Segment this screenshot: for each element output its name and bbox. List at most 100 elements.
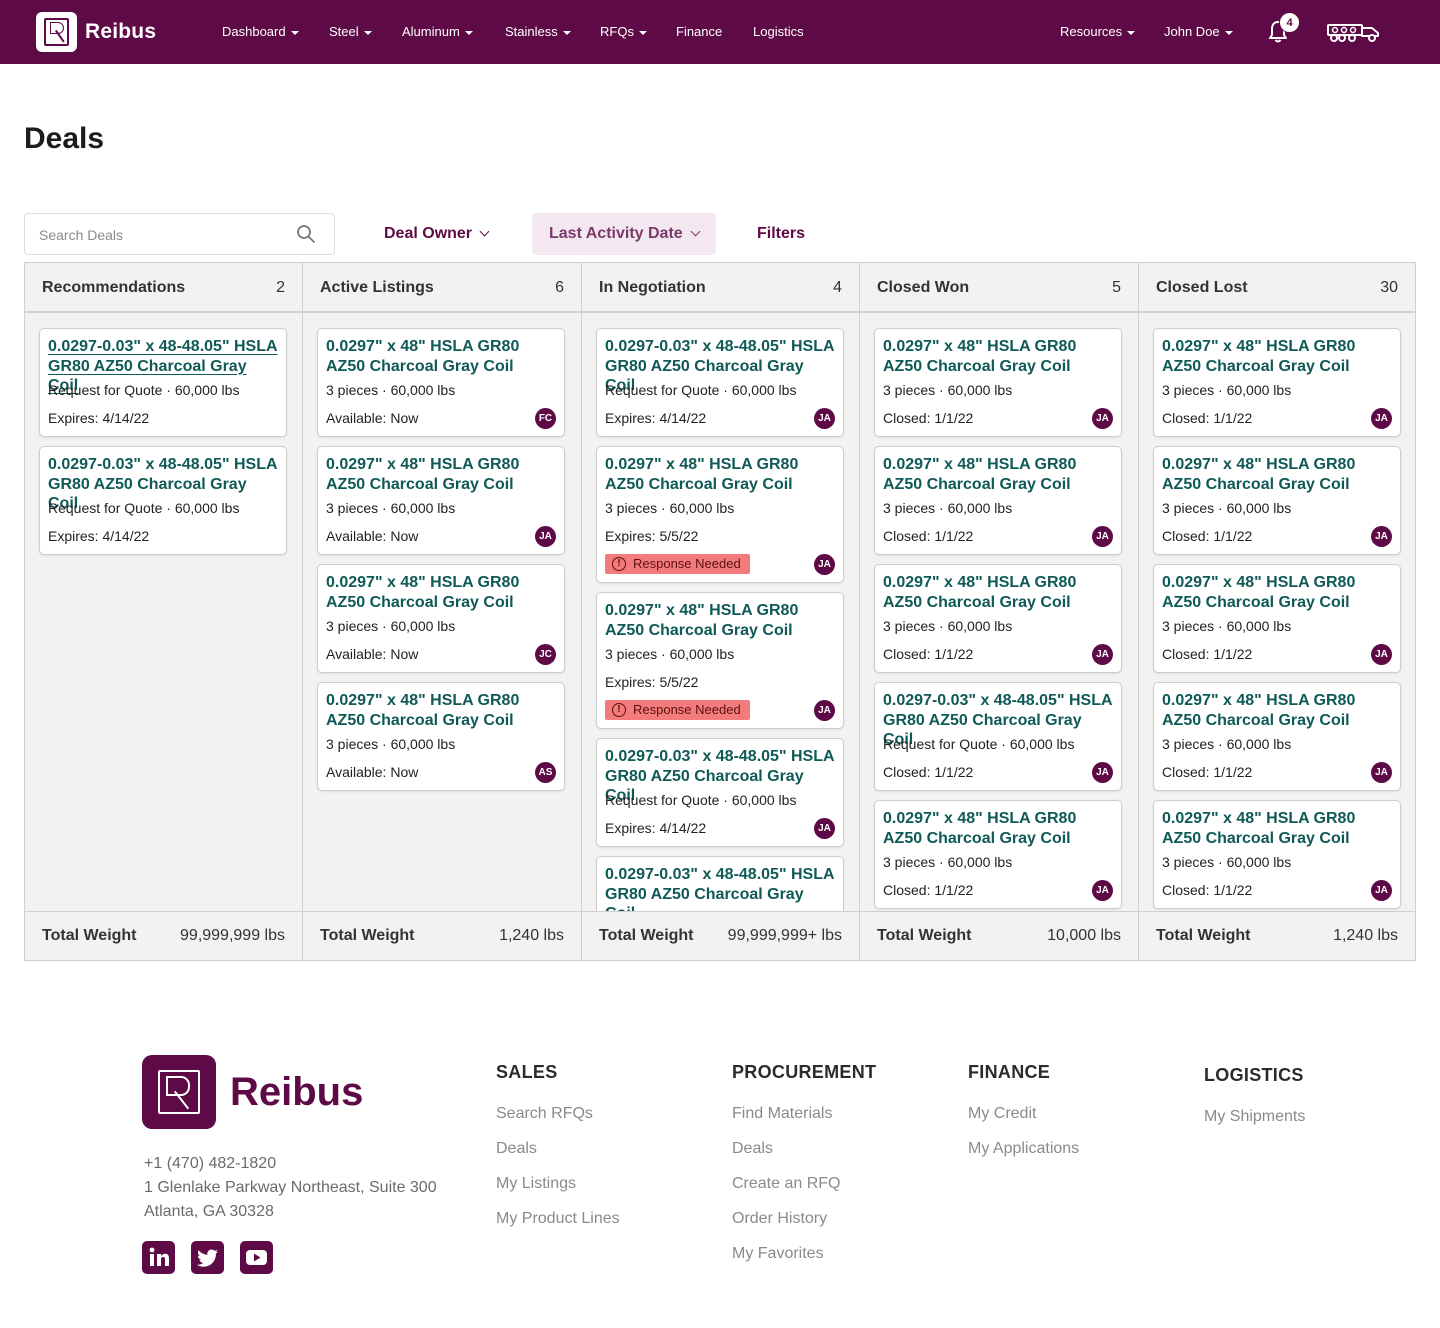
column-in-negotiation: In Negotiation 4 0.0297-0.03" x 48-48.05… [582, 263, 860, 960]
footer-link-order-history[interactable]: Order History [732, 1210, 827, 1228]
owner-avatar[interactable]: JA [1371, 880, 1392, 901]
deal-title-link[interactable]: 0.0297" x 48" HSLA GR80 AZ50 Charcoal Gr… [1162, 573, 1394, 612]
owner-avatar[interactable]: JA [1092, 644, 1113, 665]
owner-avatar[interactable]: JA [1371, 644, 1392, 665]
deal-card[interactable]: 0.0297" x 48" HSLA GR80 AZ50 Charcoal Gr… [317, 564, 565, 673]
deal-title-link[interactable]: 0.0297" x 48" HSLA GR80 AZ50 Charcoal Gr… [1162, 455, 1394, 494]
deal-card[interactable]: 0.0297" x 48" HSLA GR80 AZ50 Charcoal Gr… [1153, 800, 1401, 909]
deal-owner-dropdown[interactable]: Deal Owner [384, 213, 490, 255]
column-cards[interactable]: 0.0297" x 48" HSLA GR80 AZ50 Charcoal Gr… [860, 313, 1138, 911]
filters-button[interactable]: Filters [757, 213, 805, 255]
search-icon[interactable] [296, 224, 316, 244]
owner-avatar[interactable]: JA [814, 408, 835, 429]
deal-card[interactable]: 0.0297" x 48" HSLA GR80 AZ50 Charcoal Gr… [1153, 564, 1401, 673]
column-cards[interactable]: 0.0297" x 48" HSLA GR80 AZ50 Charcoal Gr… [1139, 313, 1415, 911]
deal-title-link[interactable]: 0.0297" x 48" HSLA GR80 AZ50 Charcoal Gr… [605, 601, 837, 640]
deal-meta: Request for Quote · 60,000 lbs [48, 382, 240, 398]
deal-card[interactable]: 0.0297" x 48" HSLA GR80 AZ50 Charcoal Gr… [596, 592, 844, 729]
user-menu[interactable]: John Doe [1164, 0, 1233, 64]
owner-avatar[interactable]: JA [1371, 408, 1392, 429]
deal-card[interactable]: 0.0297-0.03" x 48-48.05" HSLA GR80 AZ50 … [39, 328, 287, 437]
owner-avatar[interactable]: JA [1092, 408, 1113, 429]
owner-avatar[interactable]: JC [535, 644, 556, 665]
nav-rfqs[interactable]: RFQs [600, 0, 647, 64]
nav-dashboard[interactable]: Dashboard [222, 0, 299, 64]
deal-card[interactable]: 0.0297" x 48" HSLA GR80 AZ50 Charcoal Gr… [596, 446, 844, 583]
reibus-logo[interactable]: Reibus [36, 12, 156, 52]
deal-card[interactable]: 0.0297-0.03" x 48-48.05" HSLA GR80 AZ50 … [39, 446, 287, 555]
nav-stainless[interactable]: Stainless [505, 0, 571, 64]
deal-card[interactable]: 0.0297-0.03" x 48-48.05" HSLA GR80 AZ50 … [596, 328, 844, 437]
deal-title-link[interactable]: 0.0297" x 48" HSLA GR80 AZ50 Charcoal Gr… [883, 809, 1115, 848]
nav-aluminum[interactable]: Aluminum [402, 0, 473, 64]
deal-card[interactable]: 0.0297" x 48" HSLA GR80 AZ50 Charcoal Gr… [1153, 446, 1401, 555]
column-cards[interactable]: 0.0297-0.03" x 48-48.05" HSLA GR80 AZ50 … [582, 313, 859, 911]
truck-icon[interactable] [1326, 22, 1382, 42]
deal-card[interactable]: 0.0297" x 48" HSLA GR80 AZ50 Charcoal Gr… [874, 800, 1122, 909]
footer-link-my-shipments[interactable]: My Shipments [1204, 1108, 1305, 1126]
deal-title-link[interactable]: 0.0297" x 48" HSLA GR80 AZ50 Charcoal Gr… [1162, 337, 1394, 376]
deal-title-link[interactable]: 0.0297" x 48" HSLA GR80 AZ50 Charcoal Gr… [326, 337, 558, 376]
deal-card[interactable]: 0.0297" x 48" HSLA GR80 AZ50 Charcoal Gr… [1153, 682, 1401, 791]
deal-meta: 3 pieces · 60,000 lbs [1162, 618, 1292, 634]
deal-card[interactable]: 0.0297" x 48" HSLA GR80 AZ50 Charcoal Gr… [317, 328, 565, 437]
deal-title-link[interactable]: 0.0297" x 48" HSLA GR80 AZ50 Charcoal Gr… [326, 455, 558, 494]
deal-title-link[interactable]: 0.0297" x 48" HSLA GR80 AZ50 Charcoal Gr… [883, 573, 1115, 612]
linkedin-icon[interactable] [142, 1241, 175, 1274]
owner-avatar[interactable]: JA [1092, 880, 1113, 901]
footer-link-my-credit[interactable]: My Credit [968, 1105, 1036, 1123]
owner-avatar[interactable]: JA [1371, 526, 1392, 547]
deal-title-link[interactable]: 0.0297" x 48" HSLA GR80 AZ50 Charcoal Gr… [1162, 809, 1394, 848]
deal-title-link[interactable]: 0.0297" x 48" HSLA GR80 AZ50 Charcoal Gr… [326, 573, 558, 612]
twitter-icon[interactable] [191, 1241, 224, 1274]
nav-logistics[interactable]: Logistics [753, 0, 804, 64]
footer-link-deals[interactable]: Deals [496, 1140, 537, 1158]
deal-card[interactable]: 0.0297" x 48" HSLA GR80 AZ50 Charcoal Gr… [874, 446, 1122, 555]
deal-date: Available: Now [326, 764, 419, 780]
owner-avatar[interactable]: JA [1092, 526, 1113, 547]
footer-link-my-listings[interactable]: My Listings [496, 1175, 576, 1193]
footer-link-find-materials[interactable]: Find Materials [732, 1105, 832, 1123]
footer-link-create-rfq[interactable]: Create an RFQ [732, 1175, 840, 1193]
owner-avatar[interactable]: JA [814, 818, 835, 839]
deal-title-link[interactable]: 0.0297" x 48" HSLA GR80 AZ50 Charcoal Gr… [326, 691, 558, 730]
footer-phone[interactable]: +1 (470) 482-1820 [144, 1155, 276, 1173]
last-activity-date-dropdown[interactable]: Last Activity Date [532, 213, 716, 255]
deal-card[interactable]: 0.0297-0.03" x 48-48.05" HSLA GR80 AZ50 … [596, 856, 844, 911]
deal-title-link[interactable]: 0.0297" x 48" HSLA GR80 AZ50 Charcoal Gr… [605, 455, 837, 494]
footer-link-my-product-lines[interactable]: My Product Lines [496, 1210, 620, 1228]
deal-card[interactable]: 0.0297-0.03" x 48-48.05" HSLA GR80 AZ50 … [596, 738, 844, 847]
deal-card[interactable]: 0.0297" x 48" HSLA GR80 AZ50 Charcoal Gr… [1153, 328, 1401, 437]
youtube-icon[interactable] [240, 1241, 273, 1274]
deal-title-link[interactable]: 0.0297" x 48" HSLA GR80 AZ50 Charcoal Gr… [1162, 691, 1394, 730]
response-needed-badge: ! Response Needed [605, 700, 750, 720]
deal-title-link[interactable]: 0.0297-0.03" x 48-48.05" HSLA GR80 AZ50 … [605, 865, 837, 911]
owner-avatar[interactable]: AS [535, 762, 556, 783]
deal-card[interactable]: 0.0297" x 48" HSLA GR80 AZ50 Charcoal Gr… [317, 446, 565, 555]
nav-finance[interactable]: Finance [676, 0, 722, 64]
deal-card[interactable]: 0.0297-0.03" x 48-48.05" HSLA GR80 AZ50 … [874, 682, 1122, 791]
owner-avatar[interactable]: JA [535, 526, 556, 547]
nav-resources[interactable]: Resources [1060, 0, 1136, 64]
nav-steel[interactable]: Steel [329, 0, 372, 64]
column-cards[interactable]: 0.0297-0.03" x 48-48.05" HSLA GR80 AZ50 … [25, 313, 302, 911]
owner-avatar[interactable]: FC [535, 408, 556, 429]
deal-card[interactable]: 0.0297" x 48" HSLA GR80 AZ50 Charcoal Gr… [317, 682, 565, 791]
footer-link-my-favorites[interactable]: My Favorites [732, 1245, 824, 1263]
footer-link-my-applications[interactable]: My Applications [968, 1140, 1079, 1158]
footer-address-line2: Atlanta, GA 30328 [144, 1203, 274, 1220]
owner-avatar[interactable]: JA [1092, 762, 1113, 783]
deal-title-link[interactable]: 0.0297" x 48" HSLA GR80 AZ50 Charcoal Gr… [883, 337, 1115, 376]
search-deals-input[interactable] [39, 224, 289, 246]
deal-card[interactable]: 0.0297" x 48" HSLA GR80 AZ50 Charcoal Gr… [874, 564, 1122, 673]
footer-link-deals[interactable]: Deals [732, 1140, 773, 1158]
footer-logo-mark[interactable] [142, 1055, 216, 1129]
footer-link-search-rfqs[interactable]: Search RFQs [496, 1105, 593, 1123]
deal-title-link[interactable]: 0.0297" x 48" HSLA GR80 AZ50 Charcoal Gr… [883, 455, 1115, 494]
deal-card[interactable]: 0.0297" x 48" HSLA GR80 AZ50 Charcoal Gr… [874, 328, 1122, 437]
owner-avatar[interactable]: JA [814, 554, 835, 575]
column-cards[interactable]: 0.0297" x 48" HSLA GR80 AZ50 Charcoal Gr… [303, 313, 581, 911]
owner-avatar[interactable]: JA [814, 700, 835, 721]
brand-name: Reibus [85, 20, 157, 43]
owner-avatar[interactable]: JA [1371, 762, 1392, 783]
